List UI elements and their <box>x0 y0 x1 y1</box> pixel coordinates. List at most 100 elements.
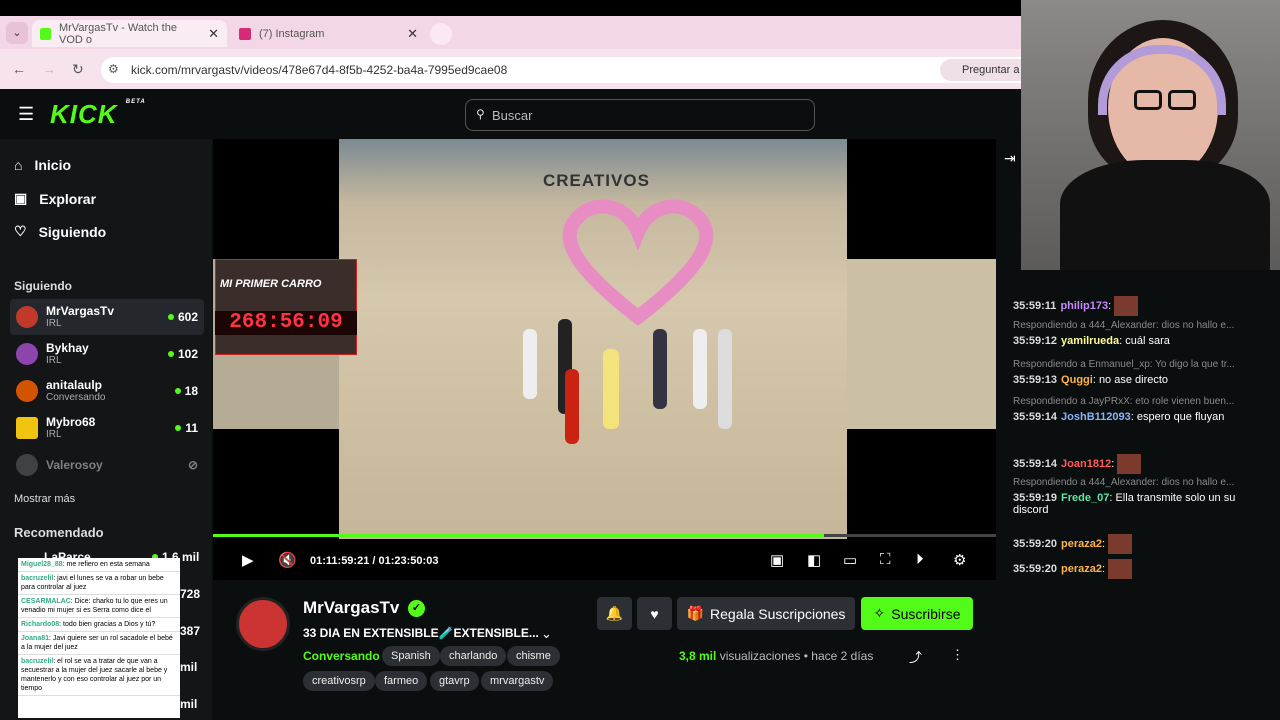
tag-pill[interactable]: mrvargastv <box>481 671 554 691</box>
nav-inicio[interactable]: ⌂ Inicio <box>14 157 71 173</box>
ask-button[interactable]: Preguntar a <box>940 59 1021 81</box>
chat-user[interactable]: peraza2 <box>1061 563 1102 575</box>
mute-icon[interactable]: 🔇 <box>278 551 297 569</box>
chat-message: 35:59:14 JoshB112093: espero que fluyan <box>1013 411 1268 423</box>
channel-name: anitalaulp <box>46 377 103 392</box>
chat-message: 35:59:11 philip173: <box>1013 296 1268 316</box>
streamer-cam-overlay: MI PRIMER CARRO <box>215 259 357 355</box>
tab-list-button[interactable]: ⌄ <box>6 22 28 44</box>
channel-name: MrVargasTv <box>46 303 115 318</box>
chat-user[interactable]: Quggi <box>1061 374 1093 386</box>
back-icon[interactable]: ← <box>12 61 26 77</box>
tab-instagram[interactable]: (7) Instagram ✕ <box>231 20 426 47</box>
play-icon[interactable]: ▶ <box>242 551 254 569</box>
sidebar-channel-bykhay[interactable]: Bykhay IRL 102 <box>10 336 204 372</box>
avatar <box>16 306 38 328</box>
overlay-chat-message: Miguel28_88: me refiero en esta semana <box>18 558 180 572</box>
emote-icon <box>1108 559 1133 579</box>
site-info-icon[interactable]: ⚙ <box>108 62 119 76</box>
verified-icon: ✓ <box>408 600 425 617</box>
emote-icon <box>1108 534 1133 554</box>
url-field[interactable]: kick.com/mrvargastv/videos/478e67d4-8f5b… <box>101 57 1021 83</box>
tag-pill[interactable]: gtavrp <box>430 671 479 691</box>
kick-favicon-icon <box>40 27 51 40</box>
avatar <box>16 454 38 476</box>
video-timecode: 01:11:59:21 / 01:23:50:03 <box>310 555 439 567</box>
chat-text: : todo bien gracias a Dios y tú? <box>59 621 156 628</box>
search-input[interactable]: Buscar <box>465 99 815 131</box>
close-tab-icon[interactable]: ✕ <box>208 26 219 42</box>
stream-category[interactable]: Conversando <box>303 649 380 663</box>
chat-user[interactable]: Frede_07 <box>1061 492 1109 504</box>
channel-name: Valerosoy <box>46 457 103 472</box>
overlay-chat-message: bacruzelil: el rol se va a tratar de que… <box>18 655 180 696</box>
chat-time: 35:59:14 <box>1013 411 1058 423</box>
chat-user[interactable]: JoshB112093 <box>1061 411 1131 423</box>
theater-icon[interactable]: ▭ <box>843 551 857 569</box>
tag-pill[interactable]: creativosrp <box>303 671 375 691</box>
recommended-viewers: mil <box>180 660 198 674</box>
live-dot-icon <box>174 388 181 394</box>
chevron-down-icon[interactable]: ⌄ <box>541 626 552 642</box>
close-tab-icon[interactable]: ✕ <box>407 26 418 42</box>
chat-user[interactable]: Joan1812 <box>1061 458 1111 470</box>
channel-category: IRL <box>46 354 62 366</box>
sidebar-channel-anitalaulp[interactable]: anitalaulp Conversando 18 <box>10 373 204 409</box>
emote-icon <box>1114 296 1139 316</box>
game-scene-right <box>847 259 996 429</box>
menu-icon[interactable]: ☰ <box>18 104 34 125</box>
sidebar-channel-offline[interactable]: Valerosoy ⊘ <box>10 447 204 483</box>
reload-icon[interactable]: ↻ <box>72 61 84 78</box>
notifications-button[interactable]: 🔔 <box>597 597 632 630</box>
speed-icon[interactable]: ⏵ <box>916 551 924 568</box>
chat-user[interactable]: yamilrueda <box>1061 335 1119 347</box>
fullscreen-icon[interactable]: ⛶ <box>880 551 891 568</box>
chat-user[interactable]: philip173 <box>1060 300 1108 312</box>
live-dot-icon <box>167 351 174 357</box>
chat-time: 35:59:11 <box>1013 299 1057 312</box>
new-tab-button[interactable] <box>430 23 452 45</box>
chat-time: 35:59:20 <box>1013 562 1058 575</box>
more-options-icon[interactable]: ⋮ <box>951 647 964 663</box>
chat-message: 35:59:13 Quggi: no ase directo <box>1013 374 1268 386</box>
home-icon: ⌂ <box>14 157 23 173</box>
nav-siguiendo[interactable]: ♡ Siguiendo <box>14 223 106 240</box>
chat-user: bacruzelil <box>21 658 54 665</box>
heart-icon: ♥ <box>650 605 659 622</box>
channel-avatar[interactable] <box>236 597 290 651</box>
nav-explorar[interactable]: ▣ Explorar <box>14 190 96 207</box>
recommended-viewers: mil <box>180 697 198 711</box>
tab-kick[interactable]: MrVargasTv - Watch the VOD o ✕ <box>32 20 227 47</box>
channel-name[interactable]: MrVargasTv <box>303 598 399 618</box>
chat-user: Richardo08 <box>21 621 60 628</box>
video-player[interactable]: CREATIVOS MI PRIMER CARRO 268:56:09 <box>213 139 996 580</box>
show-more-link[interactable]: Mostrar más <box>14 493 75 505</box>
tag-pill[interactable]: farmeo <box>375 671 428 691</box>
forward-icon[interactable]: → <box>42 61 56 77</box>
share-icon[interactable]: ⤴ <box>909 647 922 666</box>
chat-message: 35:59:12 yamilrueda: cuál sara <box>1013 335 1268 347</box>
cam-label: MI PRIMER CARRO <box>220 278 322 290</box>
video-stats: 3,8 mil visualizaciones • hace 2 días <box>679 649 874 663</box>
channel-name: Bykhay <box>46 340 89 355</box>
clip-icon[interactable]: ◧ <box>807 551 821 569</box>
chat-text: : <box>1102 562 1106 575</box>
sidebar-channel-mrvargastv[interactable]: MrVargasTv IRL 602 <box>10 299 204 335</box>
tag-pill[interactable]: Spanish <box>382 646 440 666</box>
pip-icon[interactable]: ▣ <box>770 551 784 569</box>
chat-user[interactable]: peraza2 <box>1061 538 1102 550</box>
chat-reply-context: Respondiendo a 444_Alexander: dios no ha… <box>1013 477 1235 488</box>
follow-button[interactable]: ♥ <box>637 597 672 630</box>
subscribe-button[interactable]: ✧ Suscribirse <box>861 597 973 630</box>
kick-logo[interactable]: KICK BETA <box>50 99 146 130</box>
sidebar-channel-mybro68[interactable]: Mybro68 IRL 11 <box>10 410 204 446</box>
collapse-chat-icon[interactable]: ⇥ <box>1004 150 1016 167</box>
tag-pill[interactable]: chisme <box>507 646 560 666</box>
settings-icon[interactable]: ⚙ <box>953 551 966 569</box>
gift-subs-button[interactable]: 🎁 Regala Suscripciones <box>677 597 855 630</box>
recommended-viewers: 387 <box>180 624 201 638</box>
gift-icon: 🎁 <box>686 605 705 621</box>
tag-pill[interactable]: charlando <box>440 646 507 666</box>
nav-label: Siguiendo <box>38 223 107 240</box>
channel-name: Mybro68 <box>46 414 96 429</box>
